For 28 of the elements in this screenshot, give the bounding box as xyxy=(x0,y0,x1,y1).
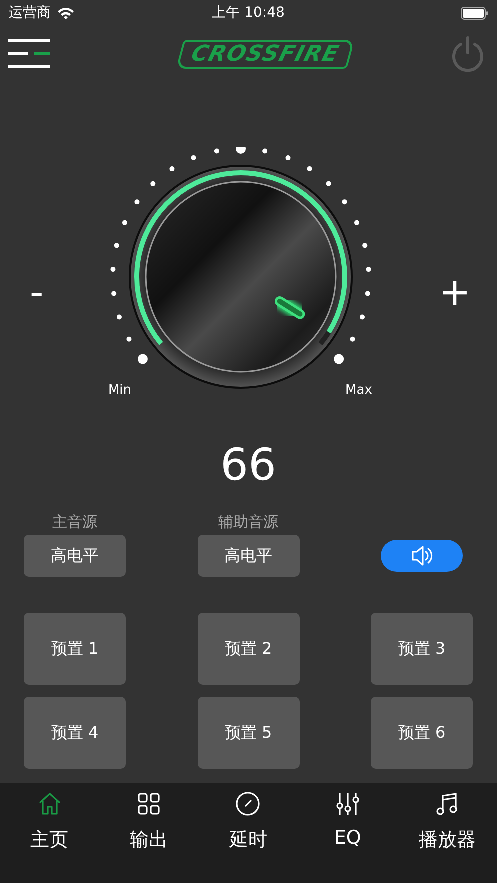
tab[interactable]: 播放器 xyxy=(402,791,492,883)
volume-up-button[interactable]: + xyxy=(433,273,477,311)
source-button[interactable]: 高电平 xyxy=(24,535,126,577)
speaker-button[interactable] xyxy=(381,540,463,572)
preset-button[interactable]: 预置 6 xyxy=(371,697,473,769)
speaker-icon xyxy=(411,544,433,568)
max-label: Max xyxy=(346,383,373,398)
preset-button[interactable]: 预置 4 xyxy=(24,697,126,769)
tab[interactable]: 延时 xyxy=(203,791,294,883)
wifi-icon xyxy=(57,6,75,20)
tab[interactable]: EQ xyxy=(302,791,393,883)
source-button[interactable]: 高电平 xyxy=(198,535,300,577)
tab[interactable]: 输出 xyxy=(104,791,194,883)
preset-button[interactable]: 预置 1 xyxy=(24,613,126,685)
status-time: 上午 10:48 xyxy=(212,4,285,22)
tab[interactable]: 主页 xyxy=(4,791,95,883)
preset-button[interactable]: 预置 5 xyxy=(198,697,300,769)
volume-value: 66 xyxy=(220,440,278,491)
min-label: Min xyxy=(108,383,132,398)
source-label: 辅助音源 xyxy=(218,513,278,532)
source-label: 主音源 xyxy=(52,513,98,532)
volume-down-button[interactable]: - xyxy=(24,273,50,311)
carrier-name: 运营商 xyxy=(9,4,51,22)
preset-button[interactable]: 预置 2 xyxy=(198,613,300,685)
brand-logo: CROSSFIRE xyxy=(176,40,355,68)
preset-button[interactable]: 预置 3 xyxy=(371,613,473,685)
menu-icon[interactable] xyxy=(8,39,50,69)
battery-icon xyxy=(461,6,489,20)
